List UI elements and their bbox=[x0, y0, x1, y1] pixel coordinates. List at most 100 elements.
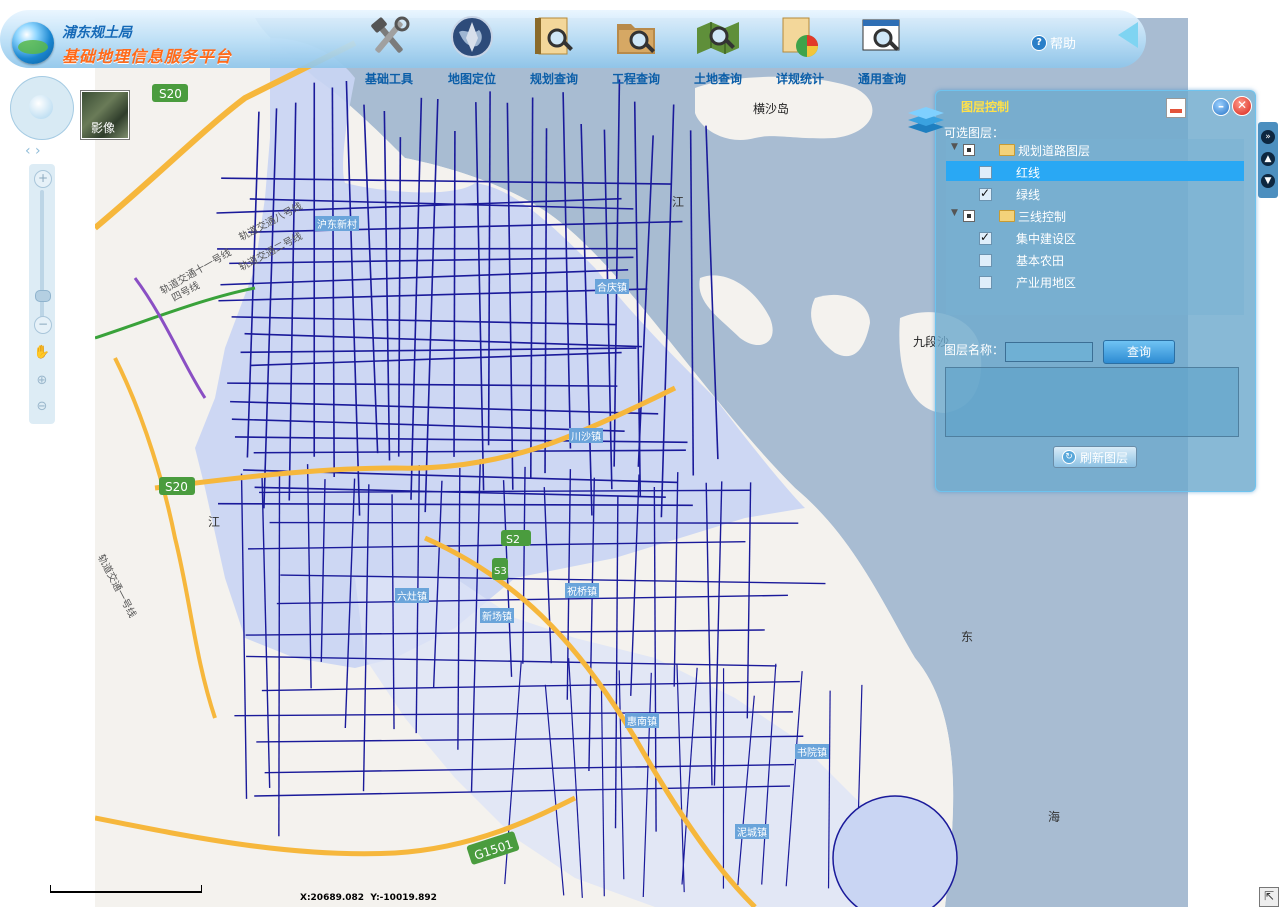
refresh-layers-button[interactable]: ↻ 刷新图层 bbox=[1053, 446, 1137, 468]
town-label: 沪东新村 bbox=[315, 216, 359, 231]
toolbar-label: 详规统计 bbox=[775, 72, 824, 86]
collapse-header-icon[interactable] bbox=[1118, 22, 1138, 48]
logo-globe-icon bbox=[12, 22, 54, 64]
town-label: 书院镇 bbox=[795, 744, 829, 759]
label-sea: 海 bbox=[1048, 810, 1061, 824]
layer-item-greenline[interactable]: 绿线 bbox=[946, 183, 1244, 203]
label-jiang-west: 江 bbox=[208, 515, 221, 529]
shield-s2: S2 bbox=[501, 530, 531, 546]
group-label: 三线控制 bbox=[1018, 210, 1067, 224]
toolbar-planning-query[interactable]: 规划查询 bbox=[514, 14, 594, 87]
toolbar-label: 通用查询 bbox=[857, 72, 906, 86]
label-hengsha: 横沙岛 bbox=[753, 102, 790, 116]
layer-checkbox[interactable] bbox=[979, 166, 992, 179]
fast-forward-icon[interactable]: » bbox=[1261, 130, 1275, 144]
toolbar-basic-tools[interactable]: 基础工具 bbox=[349, 14, 429, 87]
zoom-track[interactable] bbox=[40, 190, 44, 330]
general-search-icon bbox=[862, 19, 900, 51]
layer-item-construction[interactable]: 集中建设区 bbox=[946, 227, 1244, 247]
pan-control[interactable] bbox=[10, 76, 74, 140]
expand-arrow-icon[interactable]: ▼ bbox=[951, 208, 958, 218]
help-button[interactable]: ? 帮助 bbox=[1031, 33, 1076, 52]
zoom-out-icon[interactable]: − bbox=[34, 316, 52, 334]
layer-checkbox[interactable] bbox=[979, 254, 992, 267]
layer-name-label: 图层名称： bbox=[944, 343, 1005, 357]
layer-name-input[interactable] bbox=[1005, 342, 1093, 362]
query-button[interactable]: 查询 bbox=[1103, 340, 1175, 364]
side-scroll-control: » ▲ ▼ bbox=[1258, 122, 1278, 198]
scale-bar bbox=[50, 885, 202, 893]
planned-road bbox=[269, 521, 799, 524]
toolbar-general-query[interactable]: 通用查询 bbox=[842, 14, 922, 87]
resize-corner-icon[interactable]: ⇱ bbox=[1259, 887, 1279, 907]
query-result-box[interactable] bbox=[945, 367, 1239, 437]
svg-text:S20: S20 bbox=[165, 480, 188, 494]
tools-icon bbox=[371, 16, 410, 53]
layer-label: 红线 bbox=[1016, 166, 1041, 180]
minimize-icon[interactable]: – bbox=[1212, 98, 1230, 116]
layer-checkbox[interactable] bbox=[979, 230, 992, 245]
svg-text:S20: S20 bbox=[159, 87, 182, 101]
platform-title: 基础地理信息服务平台 bbox=[62, 47, 233, 66]
layer-group-roads[interactable]: ▼ 规划道路图层 bbox=[946, 139, 1244, 159]
toolbar-statistics[interactable]: 详规统计 bbox=[760, 14, 840, 87]
layer-label: 基本农田 bbox=[1016, 254, 1065, 268]
layer-label: 绿线 bbox=[1016, 188, 1041, 202]
scroll-up-icon[interactable]: ▲ bbox=[1261, 152, 1275, 166]
toolbar-project-query[interactable]: 工程查询 bbox=[596, 14, 676, 87]
zoom-in-tool-icon[interactable]: ⊕ bbox=[33, 372, 51, 390]
group-checkbox[interactable] bbox=[963, 144, 975, 156]
layer-item-redline[interactable]: 红线 bbox=[946, 161, 1244, 181]
toolbar-label: 工程查询 bbox=[611, 72, 660, 86]
layer-item-farmland[interactable]: 基本农田 bbox=[946, 249, 1244, 269]
zoom-thumb[interactable] bbox=[35, 290, 51, 302]
toolbar-land-query[interactable]: 土地查询 bbox=[678, 14, 758, 87]
zoom-slider[interactable]: + − ✋ ⊕ ⊖ bbox=[29, 164, 55, 424]
statistics-icon bbox=[782, 17, 818, 57]
help-icon: ? bbox=[1031, 34, 1047, 51]
close-icon[interactable]: ✕ bbox=[1232, 96, 1252, 116]
zoom-out-tool-icon[interactable]: ⊖ bbox=[33, 398, 51, 416]
refresh-icon: ↻ bbox=[1061, 450, 1076, 464]
help-label: 帮助 bbox=[1050, 37, 1077, 52]
pan-center-icon[interactable] bbox=[29, 95, 53, 119]
project-search-icon bbox=[617, 24, 655, 54]
legend-doc-icon[interactable] bbox=[1166, 98, 1186, 118]
folder-icon bbox=[999, 144, 1015, 156]
folder-icon bbox=[999, 210, 1015, 222]
shield-s20-north: S20 bbox=[152, 84, 188, 102]
svg-text:S2: S2 bbox=[506, 533, 520, 546]
layer-item-industrial[interactable]: 产业用地区 bbox=[946, 271, 1244, 291]
land-search-icon bbox=[697, 22, 739, 54]
svg-text:S3: S3 bbox=[494, 566, 507, 577]
group-label: 规划道路图层 bbox=[1018, 144, 1091, 158]
shield-s20-south: S20 bbox=[159, 477, 195, 495]
group-checkbox[interactable] bbox=[963, 210, 975, 222]
label-river: 江 bbox=[672, 195, 685, 209]
town-label: 新场镇 bbox=[480, 608, 514, 623]
label-east: 东 bbox=[961, 630, 974, 644]
toolbar-map-locate[interactable]: 地图定位 bbox=[432, 14, 512, 87]
imagery-toggle[interactable]: 影像 bbox=[81, 91, 129, 139]
zoom-in-icon[interactable]: + bbox=[34, 170, 52, 188]
town-label: 川沙镇 bbox=[569, 428, 603, 443]
coordinate-readout: X:20689.082 Y:-10019.892 bbox=[300, 893, 437, 903]
globe-locate-icon bbox=[451, 16, 493, 58]
rotate-arrows-icon[interactable]: ‹ › bbox=[25, 143, 41, 159]
hand-pan-icon[interactable]: ✋ bbox=[33, 344, 51, 362]
town-label: 泥城镇 bbox=[735, 824, 769, 839]
layer-label: 集中建设区 bbox=[1016, 232, 1077, 246]
toolbar-label: 基础工具 bbox=[364, 72, 413, 86]
expand-arrow-icon[interactable]: ▼ bbox=[951, 142, 958, 152]
town-label: 惠南镇 bbox=[625, 713, 659, 728]
coord-x: X:20689.082 bbox=[300, 893, 365, 903]
layer-checkbox[interactable] bbox=[979, 276, 992, 289]
refresh-label: 刷新图层 bbox=[1079, 450, 1128, 465]
layer-checkbox[interactable] bbox=[979, 186, 992, 201]
layers-stack-icon bbox=[908, 107, 944, 133]
layer-control-panel: 图层控制 – ✕ 可选图层： ▼ 规划道路图层 红线 绿线 ▼ 三线控制 集中建… bbox=[908, 90, 1256, 492]
scroll-down-icon[interactable]: ▼ bbox=[1261, 174, 1275, 188]
town-label: 合庆镇 bbox=[595, 279, 629, 294]
toolbar-label: 土地查询 bbox=[693, 72, 742, 86]
layer-group-three-line[interactable]: ▼ 三线控制 bbox=[946, 205, 1244, 225]
